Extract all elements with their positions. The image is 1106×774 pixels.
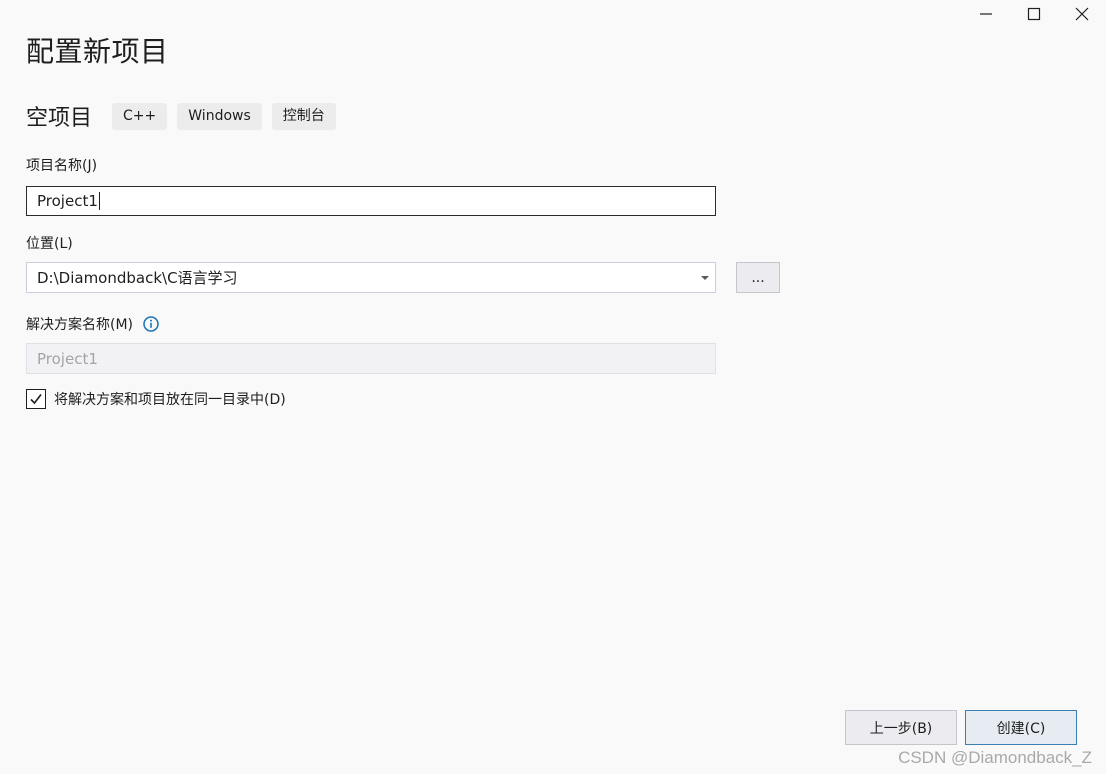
same-directory-label: 将解决方案和项目放在同一目录中(D) bbox=[54, 392, 286, 408]
solution-name-input: Project1 bbox=[26, 343, 716, 374]
watermark: CSDN @Diamondback_Z bbox=[898, 748, 1092, 767]
solution-name-label: 解决方案名称(M) bbox=[26, 317, 134, 333]
page-title: 配置新项目 bbox=[26, 35, 169, 68]
minimize-icon bbox=[980, 13, 992, 15]
same-directory-checkbox[interactable] bbox=[26, 389, 46, 409]
close-button[interactable] bbox=[1058, 0, 1106, 28]
maximize-button[interactable] bbox=[1010, 0, 1058, 28]
chevron-down-icon[interactable] bbox=[701, 275, 709, 281]
window-controls bbox=[962, 0, 1106, 28]
project-name-value: Project1 bbox=[37, 192, 98, 210]
same-directory-option[interactable]: 将解决方案和项目放在同一目录中(D) bbox=[26, 389, 286, 409]
tag-language: C++ bbox=[112, 102, 168, 130]
close-icon bbox=[1075, 7, 1089, 21]
tag-project-type: 控制台 bbox=[271, 102, 336, 130]
template-name: 空项目 bbox=[26, 106, 93, 131]
maximize-icon bbox=[1027, 7, 1041, 21]
tag-platform: Windows bbox=[177, 102, 262, 130]
back-button[interactable]: 上一步(B) bbox=[845, 710, 957, 745]
location-value: D:\Diamondback\C语言学习 bbox=[37, 269, 238, 287]
info-icon[interactable] bbox=[143, 315, 160, 332]
template-header: 空项目 C++ Windows 控制台 bbox=[26, 100, 346, 132]
checkmark-icon bbox=[30, 394, 42, 405]
browse-button[interactable]: ... bbox=[736, 262, 780, 293]
location-combobox[interactable]: D:\Diamondback\C语言学习 bbox=[26, 262, 716, 293]
create-button[interactable]: 创建(C) bbox=[965, 710, 1077, 745]
project-name-label: 项目名称(J) bbox=[26, 158, 98, 174]
project-name-input[interactable]: Project1 bbox=[26, 186, 716, 216]
solution-name-placeholder: Project1 bbox=[37, 349, 98, 368]
location-label: 位置(L) bbox=[26, 236, 73, 252]
text-caret bbox=[98, 192, 100, 210]
solution-name-label-row: 解决方案名称(M) bbox=[26, 314, 160, 334]
minimize-button[interactable] bbox=[962, 0, 1010, 28]
